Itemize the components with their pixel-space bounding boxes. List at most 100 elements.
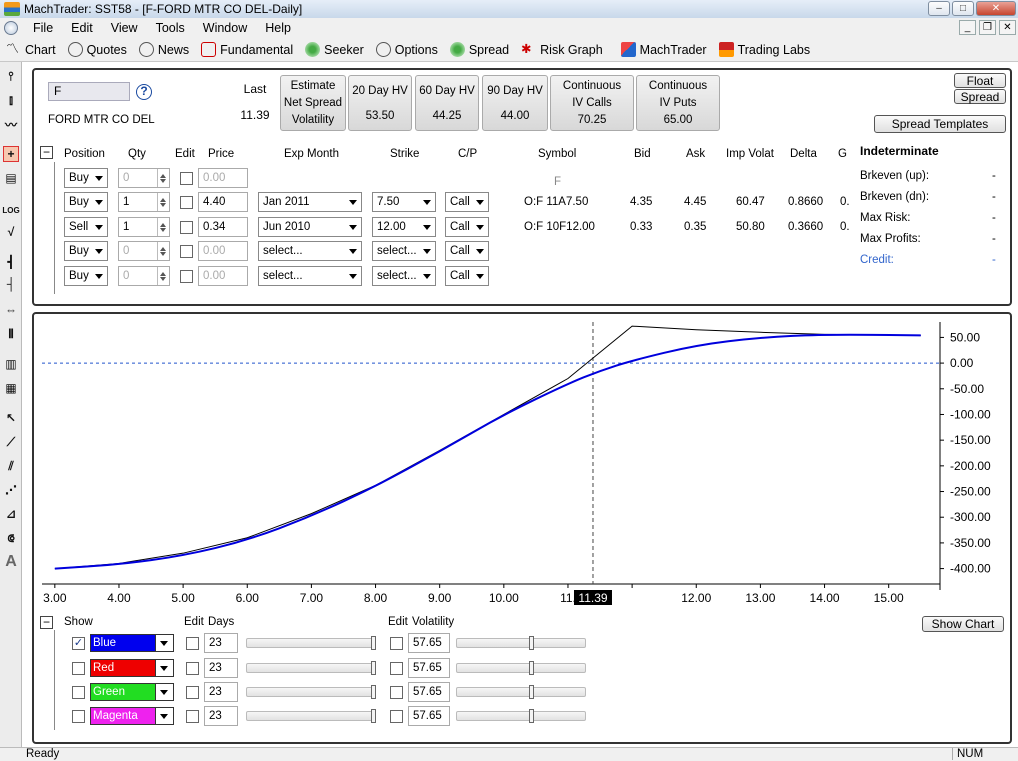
curve-volatility-field[interactable]: 57.65 — [408, 633, 450, 653]
curve-volatility-slider[interactable] — [456, 636, 586, 650]
collapse-legs-button[interactable]: − — [40, 146, 53, 159]
toolbar-chart-button[interactable]: 〽 Chart — [0, 42, 62, 57]
candlestick-icon[interactable]: ⫾ — [3, 92, 19, 108]
help-icon[interactable]: ? — [136, 84, 152, 100]
close-button[interactable]: ✕ — [976, 1, 1016, 16]
channel-icon[interactable]: ⫽ — [3, 458, 19, 474]
leg-qty-stepper[interactable]: 1 — [118, 217, 170, 237]
curve-edit-days-checkbox[interactable] — [186, 686, 199, 699]
toolbar-fundamental-button[interactable]: Fundamental — [195, 42, 299, 57]
maximize-button[interactable]: □ — [952, 1, 974, 16]
line-chart-icon[interactable]: 〰 — [3, 116, 19, 132]
menu-tools[interactable]: Tools — [147, 21, 194, 35]
system-menu-icon[interactable] — [4, 21, 18, 35]
leg-position-select[interactable]: Buy — [64, 192, 108, 212]
leg-price-field[interactable]: 0.00 — [198, 241, 248, 261]
underlying-qty-stepper[interactable]: 0 — [118, 168, 170, 188]
curve-days-slider[interactable] — [246, 685, 376, 699]
curve-color-select[interactable]: Magenta — [90, 707, 156, 725]
leg-cp-select[interactable]: Call — [445, 192, 489, 212]
curve-edit-vol-checkbox[interactable] — [390, 637, 403, 650]
leg-exp-month-select[interactable]: Jun 2010 — [258, 217, 362, 237]
leg-price-field[interactable]: 0.34 — [198, 217, 248, 237]
bar-style-icon[interactable]: ┫ — [3, 254, 19, 270]
curve-days-field[interactable]: 23 — [204, 706, 238, 726]
curve-volatility-field[interactable]: 57.65 — [408, 682, 450, 702]
toolbar-news-button[interactable]: News — [133, 42, 195, 57]
leg-edit-checkbox[interactable] — [180, 270, 193, 283]
log-scale-button[interactable]: LOG — [2, 202, 19, 218]
underlying-price-field[interactable]: 0.00 — [198, 168, 248, 188]
pointer-icon[interactable]: ↖ — [3, 410, 19, 426]
menu-edit[interactable]: Edit — [62, 21, 102, 35]
leg-cp-select[interactable]: Call — [445, 241, 489, 261]
crosshair-icon[interactable]: + — [3, 146, 19, 162]
leg-exp-month-select[interactable]: select... — [258, 241, 362, 261]
leg-exp-month-select[interactable]: select... — [258, 266, 362, 286]
toolbar-quotes-button[interactable]: Quotes — [62, 42, 133, 57]
leg-exp-month-select[interactable]: Jan 2011 — [258, 192, 362, 212]
toolbar-spread-button[interactable]: Spread — [444, 42, 515, 57]
zoom-in-icon[interactable]: ⇔ — [3, 302, 19, 318]
minimize-button[interactable]: – — [928, 1, 950, 16]
toolbar-risk-graph-button[interactable]: ✱ Risk Graph — [515, 42, 609, 57]
cycle-icon[interactable]: ⟃ — [3, 530, 19, 546]
leg-qty-stepper[interactable]: 1 — [118, 192, 170, 212]
chevron-down-icon[interactable] — [156, 634, 174, 652]
leg-edit-checkbox[interactable] — [180, 196, 193, 209]
curve-edit-days-checkbox[interactable] — [186, 637, 199, 650]
leg-price-field[interactable]: 0.00 — [198, 266, 248, 286]
spread-button[interactable]: Spread — [954, 89, 1006, 104]
leg-position-select[interactable]: Buy — [64, 266, 108, 286]
leg-cp-select[interactable]: Call — [445, 266, 489, 286]
bars-icon[interactable]: ▦ — [3, 380, 19, 396]
gann-fan-icon[interactable]: ⊿ — [3, 506, 19, 522]
curve-days-field[interactable]: 23 — [204, 658, 238, 678]
mdi-close-button[interactable]: ✕ — [999, 20, 1016, 35]
curve-edit-vol-checkbox[interactable] — [390, 686, 403, 699]
hv60-button[interactable]: 60 Day HV 44.25 — [415, 75, 479, 131]
leg-strike-select[interactable]: 12.00 — [372, 217, 436, 237]
curve-color-select[interactable]: Red — [90, 659, 156, 677]
toolbar-seeker-button[interactable]: Seeker — [299, 42, 370, 57]
curve-edit-days-checkbox[interactable] — [186, 662, 199, 675]
underlying-edit-checkbox[interactable] — [180, 172, 193, 185]
leg-qty-stepper[interactable]: 0 — [118, 266, 170, 286]
volume-icon[interactable]: ▥ — [3, 356, 19, 372]
hv20-button[interactable]: 20 Day HV 53.50 — [348, 75, 412, 131]
chevron-down-icon[interactable] — [156, 707, 174, 725]
hv90-button[interactable]: 90 Day HV 44.00 — [482, 75, 548, 131]
curve-edit-vol-checkbox[interactable] — [390, 662, 403, 675]
sqrt-scale-icon[interactable]: √ — [3, 224, 19, 240]
leg-strike-select[interactable]: select... — [372, 241, 436, 261]
leg-cp-select[interactable]: Call — [445, 217, 489, 237]
iv-calls-button[interactable]: Continuous IV Calls 70.25 — [550, 75, 634, 131]
bar-chart-icon[interactable]: ⫯ — [3, 68, 19, 84]
curve-volatility-field[interactable]: 57.65 — [408, 658, 450, 678]
text-tool-button[interactable]: A — [3, 553, 19, 570]
chevron-down-icon[interactable] — [156, 659, 174, 677]
curve-days-field[interactable]: 23 — [204, 633, 238, 653]
leg-position-select[interactable]: Sell — [64, 217, 108, 237]
curve-show-checkbox[interactable]: ✓ — [72, 637, 85, 650]
curve-days-slider[interactable] — [246, 636, 376, 650]
curve-color-select[interactable]: Blue — [90, 634, 156, 652]
curve-color-select[interactable]: Green — [90, 683, 156, 701]
spread-templates-button[interactable]: Spread Templates — [874, 115, 1006, 133]
iv-puts-button[interactable]: Continuous IV Puts 65.00 — [636, 75, 720, 131]
show-chart-button[interactable]: Show Chart — [922, 616, 1004, 632]
curve-show-checkbox[interactable] — [72, 710, 85, 723]
menu-file[interactable]: File — [24, 21, 62, 35]
toolbar-machtrader-button[interactable]: MachTrader — [615, 42, 713, 57]
chevron-down-icon[interactable] — [156, 683, 174, 701]
leg-position-select[interactable]: Buy — [64, 241, 108, 261]
curve-edit-vol-checkbox[interactable] — [390, 710, 403, 723]
curve-edit-days-checkbox[interactable] — [186, 710, 199, 723]
menu-help[interactable]: Help — [256, 21, 300, 35]
float-button[interactable]: Float — [954, 73, 1006, 88]
leg-edit-checkbox[interactable] — [180, 245, 193, 258]
curve-days-field[interactable]: 23 — [204, 682, 238, 702]
menu-view[interactable]: View — [102, 21, 147, 35]
leg-price-field[interactable]: 4.40 — [198, 192, 248, 212]
curve-days-slider[interactable] — [246, 709, 376, 723]
